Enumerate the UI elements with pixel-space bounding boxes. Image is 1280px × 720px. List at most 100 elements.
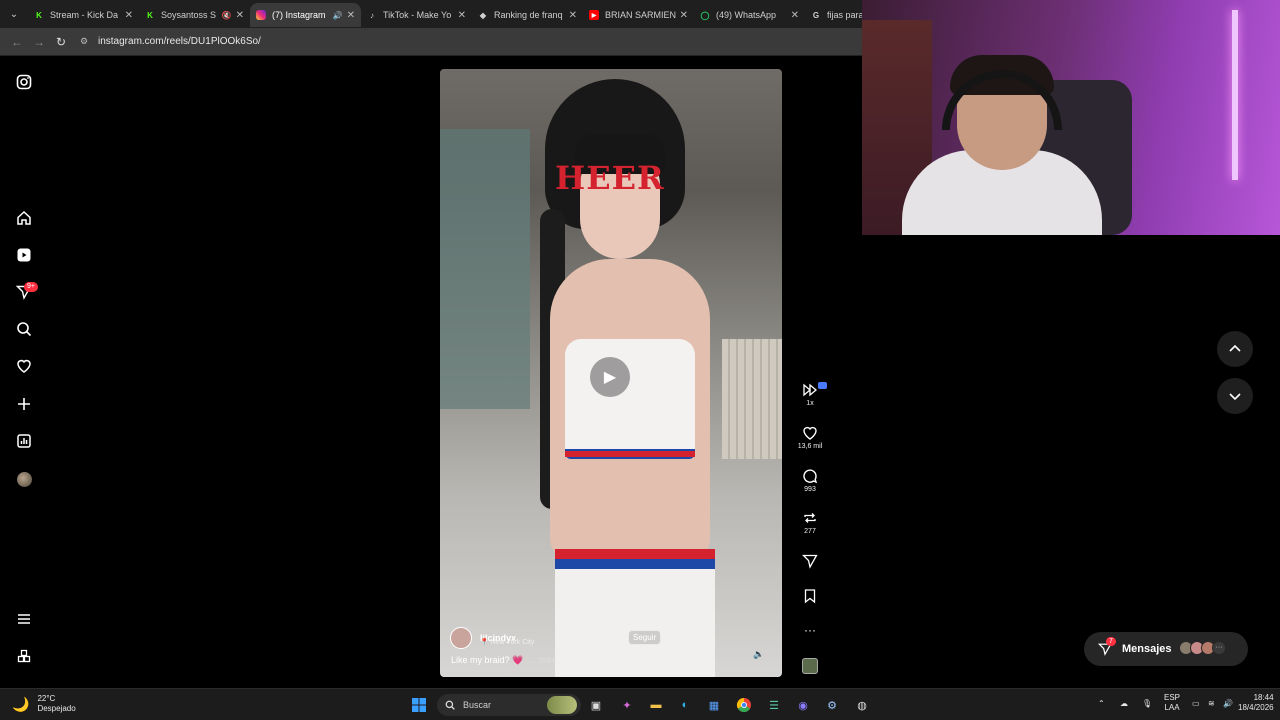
file-explorer-icon[interactable]: ▬ <box>646 695 666 715</box>
close-icon[interactable]: ✕ <box>347 10 355 21</box>
speaker-icon[interactable]: 🔊 <box>333 11 343 20</box>
save-button[interactable] <box>795 588 825 604</box>
repost-button[interactable]: 277 <box>795 510 825 535</box>
create-plus-icon[interactable] <box>14 394 34 414</box>
webcam-overlay <box>862 0 1280 235</box>
notifications-badge: 9+ <box>24 282 38 292</box>
profile-avatar[interactable] <box>14 469 34 489</box>
reload-icon[interactable]: ↻ <box>50 35 72 49</box>
like-button[interactable]: 13,6 mil <box>795 425 825 450</box>
microphone-icon[interactable]: 🎙 <box>1142 699 1152 709</box>
tiktok-icon: ♪ <box>370 10 374 20</box>
kick-icon: K <box>147 10 153 20</box>
comment-button[interactable]: 993 <box>795 468 825 493</box>
edge-icon[interactable]: ◐ <box>675 695 695 715</box>
chevron-up-icon[interactable]: ⌃ <box>1098 699 1105 709</box>
video-headboard <box>722 339 782 459</box>
share-button[interactable] <box>795 553 825 569</box>
close-icon[interactable]: ✕ <box>236 10 244 21</box>
comment-icon <box>803 469 818 484</box>
youtube-icon: ▶ <box>589 10 599 20</box>
close-icon[interactable]: ✕ <box>569 10 577 21</box>
previous-reel-button[interactable] <box>1217 331 1253 367</box>
fast-forward-icon <box>803 383 818 397</box>
volume-icon[interactable]: 🔊 <box>1223 699 1233 709</box>
tab-search-menu-button[interactable]: ⌄ <box>0 0 28 28</box>
more-options-icon[interactable]: ··· <box>795 623 825 637</box>
menu-icon[interactable] <box>14 609 34 629</box>
caption-more-link[interactable]: ... más <box>529 655 556 665</box>
reel-location[interactable]: 📍 New York City <box>480 638 534 646</box>
steam-icon[interactable]: ⚙ <box>822 695 842 715</box>
obs-icon[interactable]: ◍ <box>852 695 872 715</box>
more-icon: ··· <box>1212 641 1226 655</box>
repost-icon <box>804 513 816 523</box>
instagram-logo-icon[interactable] <box>14 72 34 92</box>
reels-icon[interactable] <box>14 245 34 265</box>
play-icon[interactable]: ▶ <box>590 357 630 397</box>
next-reel-button[interactable] <box>1217 378 1253 414</box>
close-icon[interactable]: ✕ <box>125 10 133 21</box>
cloud-icon[interactable]: ☁ <box>1120 699 1128 709</box>
close-icon[interactable]: ✕ <box>680 10 688 21</box>
address-bar-row: ← → ↻ ⚙ instagram.com/reels/DU1PlOOk6So/ <box>0 28 862 56</box>
home-icon[interactable] <box>14 208 34 228</box>
reel-video[interactable]: HEER ▶ lilcindyx 📍 New York City Seguir … <box>440 69 782 677</box>
forward-arrow-icon[interactable]: → <box>28 35 50 49</box>
search-icon[interactable] <box>14 319 34 339</box>
search-highlight-image <box>547 696 577 714</box>
display-icon[interactable]: ▭ <box>1192 699 1200 709</box>
close-icon[interactable]: ✕ <box>791 10 799 21</box>
back-arrow-icon[interactable]: ← <box>6 35 28 49</box>
speed-badge <box>818 382 827 389</box>
google-icon: G <box>812 10 820 20</box>
tab-kick-soysantoss[interactable]: K Soysantoss S 🔇 ✕ <box>139 3 250 27</box>
heart-icon[interactable] <box>14 356 34 376</box>
url-field[interactable]: ⚙ instagram.com/reels/DU1PlOOk6So/ <box>80 36 261 48</box>
tab-tiktok[interactable]: ♪ TikTok - Make Yo ✕ <box>361 3 472 27</box>
send-icon <box>802 554 818 569</box>
diamond-icon: ◆ <box>479 10 487 20</box>
instagram-sidebar <box>0 57 48 688</box>
chrome-icon[interactable] <box>734 695 754 715</box>
wifi-icon[interactable]: ≋ <box>1208 699 1215 709</box>
site-info-icon[interactable]: ⚙ <box>80 36 92 48</box>
kick-icon: K <box>36 10 42 20</box>
instagram-icon <box>256 10 266 20</box>
author-avatar[interactable] <box>450 627 472 649</box>
close-icon[interactable]: ✕ <box>458 10 466 21</box>
windows-start-icon[interactable] <box>409 695 429 715</box>
dashboard-icon[interactable] <box>14 431 34 451</box>
tab-youtube[interactable]: ▶ BRIAN SARMIENT ✕ <box>583 3 694 27</box>
heart-icon <box>803 426 817 440</box>
cheer-top-text: HEER <box>555 159 665 197</box>
video-background-wall <box>440 129 530 409</box>
speaker-icon[interactable]: 🔈 <box>753 649 764 660</box>
tab-whatsapp[interactable]: ◯ (49) WhatsApp ✕ <box>694 3 805 27</box>
chevron-down-icon <box>1229 393 1241 401</box>
tab-ranking[interactable]: ◆ Ranking de franq ✕ <box>472 3 583 27</box>
tab-instagram[interactable]: (7) Instagram 🔊 ✕ <box>250 3 361 27</box>
playback-speed-button[interactable]: 1x <box>795 382 827 407</box>
follow-button[interactable]: Seguir <box>628 630 662 645</box>
taskbar-search[interactable]: Buscar <box>437 694 581 716</box>
discord-icon[interactable]: ◉ <box>793 695 813 715</box>
copilot-icon[interactable]: ✦ <box>617 695 637 715</box>
whatsapp-icon: ◯ <box>700 10 710 20</box>
audio-thumbnail[interactable] <box>802 658 818 674</box>
cheer-top <box>565 339 695 459</box>
notes-icon[interactable]: ☰ <box>764 695 784 715</box>
more-apps-icon[interactable] <box>14 646 34 666</box>
messages-badge: 7 <box>1106 637 1116 646</box>
tab-kick-stream[interactable]: K Stream - Kick Da ✕ <box>28 3 139 27</box>
clock[interactable]: 18:44 18/4/2026 <box>1238 693 1274 713</box>
windows-taskbar: 🌙 22°C Despejado Buscar ▣ ✦ ▬ ◐ ▦ ☰ ◉ ⚙ … <box>0 688 1280 720</box>
weather-widget[interactable]: 🌙 22°C Despejado <box>12 694 76 714</box>
language-indicator[interactable]: ESP LAA <box>1164 693 1180 713</box>
store-icon[interactable]: ▦ <box>704 695 724 715</box>
task-view-icon[interactable]: ▣ <box>586 695 606 715</box>
messages-button[interactable]: 7 Mensajes ··· <box>1084 632 1248 666</box>
location-pin-icon: 📍 <box>480 639 489 646</box>
muted-speaker-icon[interactable]: 🔇 <box>222 11 232 20</box>
reel-caption[interactable]: Like my braid? 💗 ... más <box>451 655 556 666</box>
